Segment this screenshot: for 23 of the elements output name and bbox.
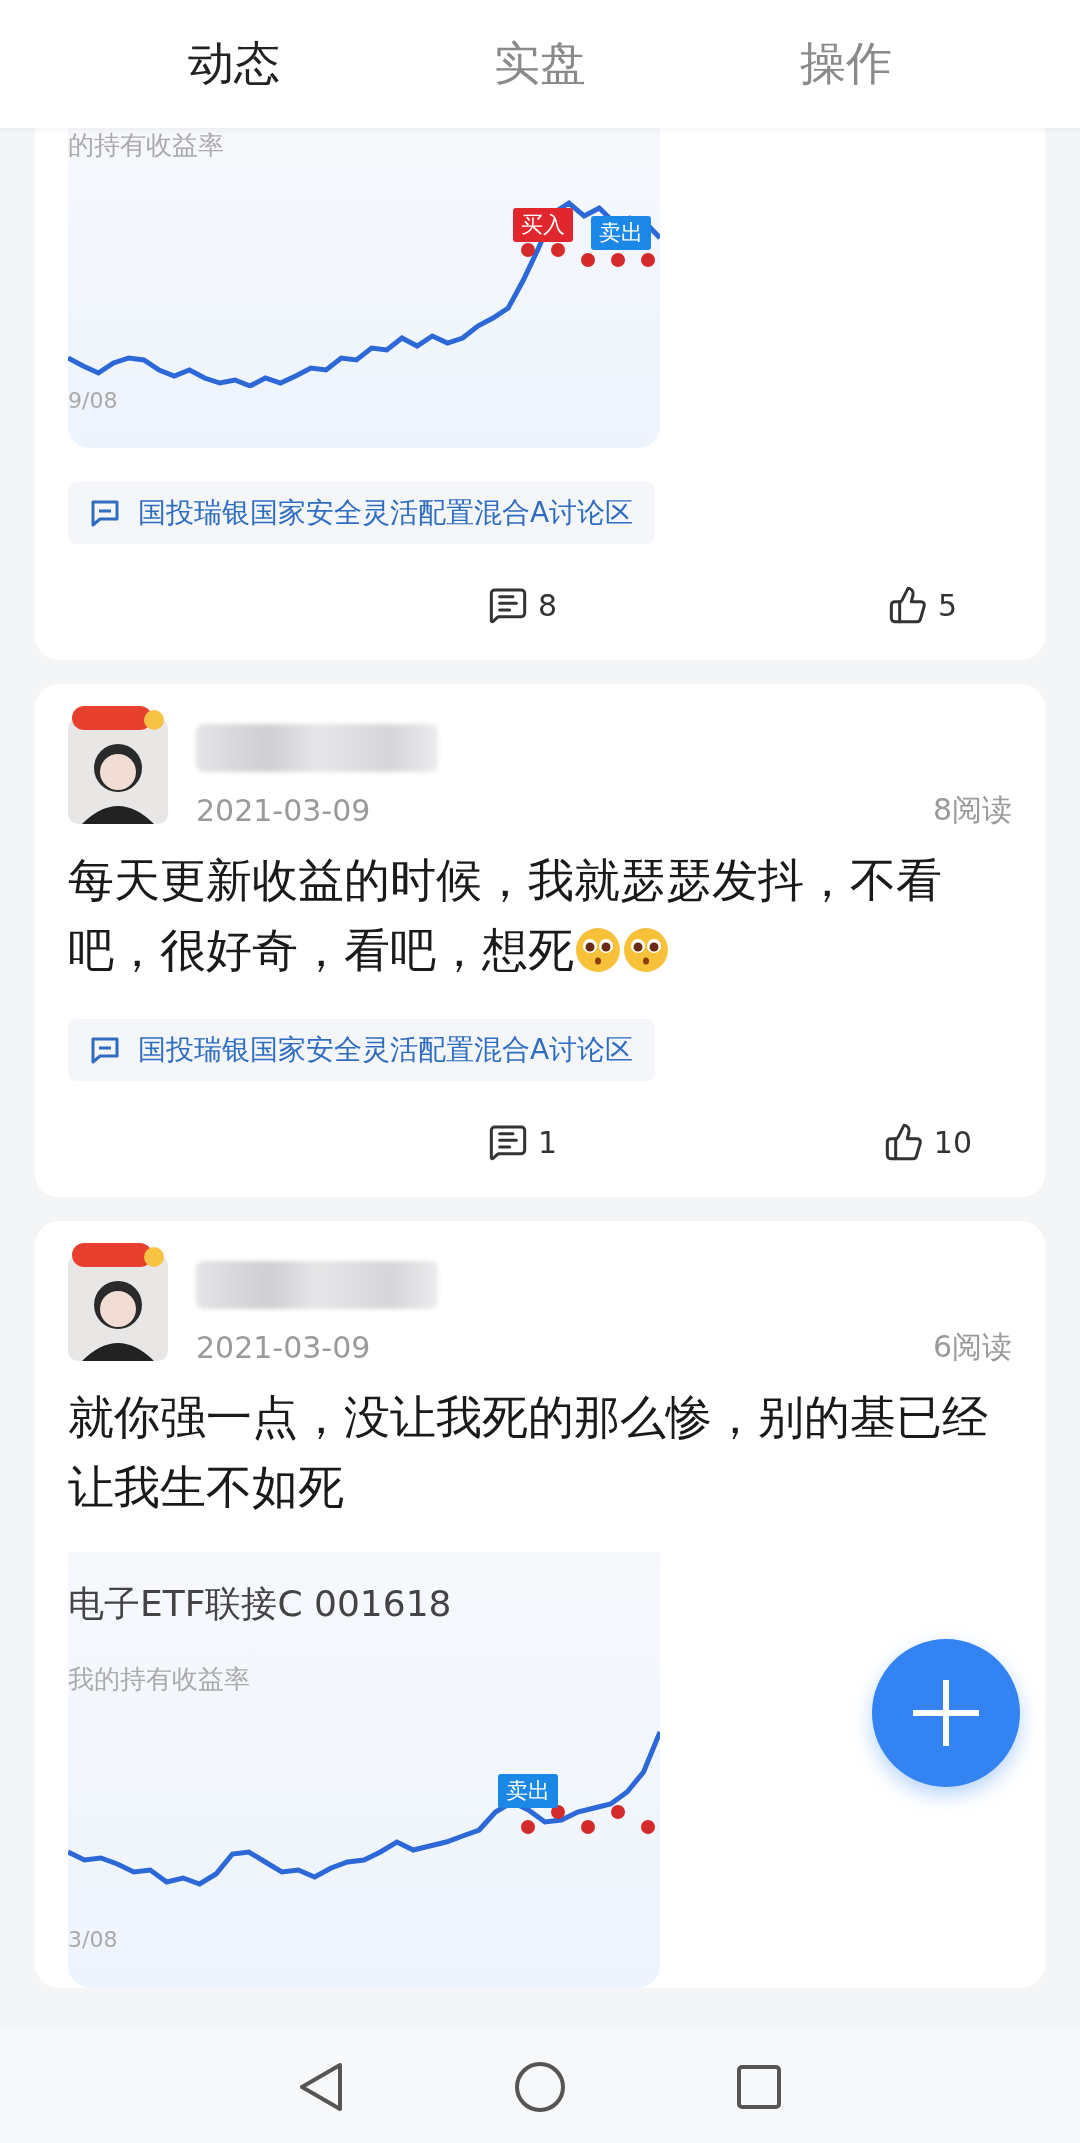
tab[interactable]: 操作 (693, 0, 999, 128)
tab[interactable]: 实盘 (387, 0, 693, 128)
comment-count: 8 (538, 587, 558, 623)
read-count: 8阅读 (932, 791, 1012, 829)
like-count: 10 (933, 1124, 972, 1160)
chart-subtitle: 的持有收益率 (68, 129, 224, 162)
axis-date-label: 3/08 (68, 1927, 118, 1952)
axis-date-label: 9/08 (68, 388, 118, 413)
comment-count: 1 (538, 1124, 558, 1160)
post-text: 每天更新收益的时候，我就瑟瑟发抖，不看吧，很好奇，看吧，想死 (68, 852, 943, 979)
post-text: 就你强一点，没让我死的那么惨，别的基已经让我生不如死 (68, 1389, 989, 1516)
topic-link[interactable]: 国投瑞银国家安全灵活配置混合A讨论区 (68, 1019, 656, 1081)
tab[interactable]: 动态 (81, 0, 387, 128)
chart-subtitle: 我的持有收益率 (68, 1663, 250, 1696)
post-date: 2021-03-09 (196, 793, 371, 828)
post-date: 2021-03-09 (196, 1330, 371, 1365)
like-count: 5 (938, 587, 958, 623)
topic-link[interactable]: 国投瑞银国家安全灵活配置混合A讨论区 (68, 482, 656, 544)
read-count: 6阅读 (932, 1328, 1012, 1366)
sell-marker: 卖出 (498, 1774, 558, 1808)
sell-marker: 卖出 (591, 216, 651, 250)
chart-title: 电子ETF联接C 001618 (68, 1582, 452, 1626)
buy-marker: 买入 (513, 208, 573, 242)
